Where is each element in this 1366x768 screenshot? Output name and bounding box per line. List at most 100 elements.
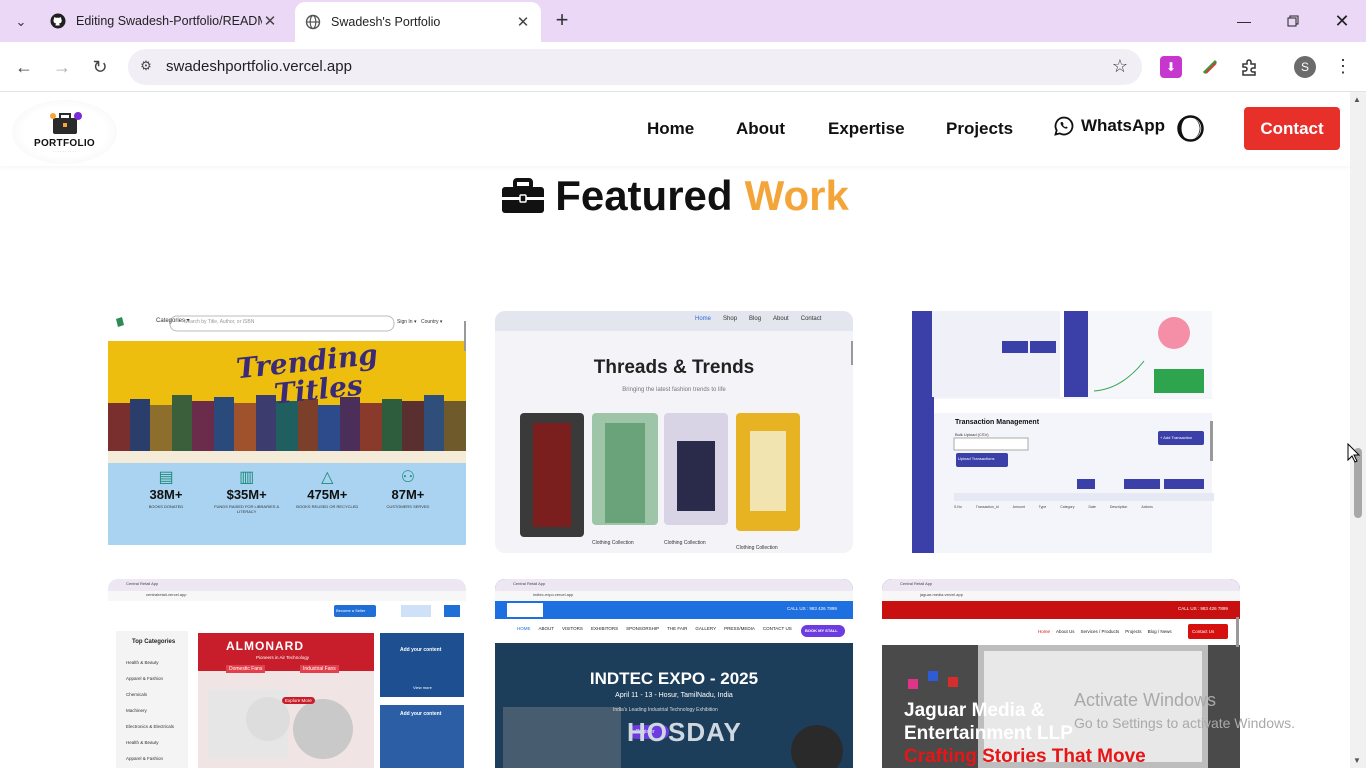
- card5-tab: Central Retail App: [513, 581, 546, 586]
- site-logo[interactable]: PORTFOLIO · · · · · · · · · ·: [12, 100, 117, 164]
- card1-country: Country ▾: [421, 319, 443, 325]
- card3-table-header: S.No Transaction_id Amount Type Category…: [954, 505, 1210, 509]
- card5-big-text: HOSDAY: [627, 717, 742, 747]
- category-item: Apparel & Fashion: [126, 676, 164, 681]
- close-window-button[interactable]: ✕: [1318, 0, 1366, 42]
- card4-view-more: View more: [413, 685, 432, 690]
- card6-nav-item: Projects: [1125, 629, 1142, 634]
- url-text[interactable]: swadeshportfolio.vercel.app: [166, 58, 352, 75]
- stat-icon: ▤: [158, 469, 174, 486]
- nav-whatsapp-link[interactable]: WhatsApp: [1054, 116, 1165, 136]
- extensions-puzzle-icon[interactable]: [1238, 56, 1260, 78]
- card4-add-content: Add your content: [400, 647, 442, 653]
- stat-value: $35M+: [226, 487, 267, 502]
- card3-upload-label: Bulk Upload (CSV): [955, 432, 989, 437]
- download-extension-icon[interactable]: ⬇: [1160, 56, 1182, 78]
- address-bar[interactable]: ⚙ swadeshportfolio.vercel.app ☆: [128, 49, 1142, 85]
- minimize-button[interactable]: —: [1220, 0, 1268, 42]
- browser-menu-icon[interactable]: ⋮: [1333, 55, 1353, 79]
- logo-underline: · · · · · · · · · ·: [52, 149, 77, 154]
- restore-button[interactable]: [1269, 0, 1317, 42]
- category-item: Health & Beauty: [126, 740, 159, 745]
- contact-button[interactable]: Contact: [1244, 107, 1340, 150]
- new-tab-button[interactable]: +: [552, 9, 572, 33]
- card1-stats: ▤ 38M+ BOOKS DONATED ▥ $35M+ FUNDS RAISE…: [126, 467, 448, 543]
- card5-nav: HOME ABOUT VISITORS EXHIBITORS SPONSORSH…: [517, 626, 792, 631]
- card6-nav-item: About Us: [1056, 629, 1075, 634]
- stat-icon: ⚇: [400, 469, 416, 486]
- browser-tab-portfolio[interactable]: Swadesh's Portfolio ✕: [295, 2, 541, 42]
- project-screenshot: [882, 311, 1240, 553]
- scroll-down-icon[interactable]: ▼: [1353, 756, 1361, 765]
- card4-tagline: Pioneers in Air Technology: [256, 655, 309, 660]
- project-card-indtec[interactable]: Central Retail App indtec-expo.vercel.ap…: [495, 579, 853, 768]
- color-extension-icon[interactable]: [1199, 56, 1221, 78]
- category-item: Electronics & Electricals: [126, 724, 175, 729]
- card6-nav-item: Home: [1038, 629, 1051, 634]
- nav-home-link[interactable]: Home: [647, 119, 694, 139]
- project-card-jaguar[interactable]: Central Retail App jaguar-media.vercel.a…: [882, 579, 1240, 768]
- card3-heading: Transaction Management: [955, 419, 1040, 426]
- table-header-cell: Transaction_id: [975, 505, 999, 509]
- browser-tab-strip: ⌄ Editing Swadesh-Portfolio/READM ✕ Swad…: [0, 0, 1366, 42]
- nav-about-link[interactable]: About: [736, 119, 785, 139]
- stat-value: 38M+: [149, 487, 183, 502]
- card1-signin: Sign In ▾: [397, 319, 417, 325]
- card6-tab: Central Retail App: [900, 581, 933, 586]
- card4-categories-title: Top Categories: [132, 639, 176, 645]
- card2-nav: Home Shop Blog About Contact: [695, 316, 821, 322]
- tab-search-button[interactable]: ⌄: [8, 9, 34, 35]
- project-card-threads[interactable]: Home Shop Blog About Contact Threads & T…: [495, 311, 853, 553]
- page-viewport: PORTFOLIO · · · · · · · · · · Home About…: [0, 92, 1350, 768]
- card4-brand: ALMONARD: [226, 639, 304, 653]
- bookmark-star-icon[interactable]: ☆: [1112, 56, 1128, 77]
- profile-avatar[interactable]: S: [1294, 56, 1316, 78]
- card5-nav-item: ABOUT: [538, 626, 555, 631]
- table-header-cell: Actions: [1141, 505, 1153, 509]
- whatsapp-icon: [1054, 116, 1074, 136]
- card6-tagline: Crafting Stories That Move: [904, 746, 1146, 767]
- reload-button[interactable]: ↻: [87, 54, 113, 80]
- tab-title: Swadesh's Portfolio: [331, 15, 441, 29]
- card6-nav-item: Services / Products: [1080, 629, 1120, 634]
- card5-nav-item: HOME: [517, 626, 531, 631]
- chevron-down-icon: ⌄: [15, 14, 27, 29]
- card5-nav-item: CONTACT US: [762, 626, 792, 631]
- stat-item: ▥ $35M+ FUNDS RAISED FOR LIBRARIES & LIT…: [207, 467, 287, 543]
- github-icon: [50, 13, 66, 29]
- card5-nav-item: PRESS/MEDIA: [724, 626, 755, 631]
- site-settings-icon[interactable]: ⚙: [137, 58, 155, 76]
- card2-title: Threads & Trends: [593, 357, 755, 378]
- card6-nav: Home About Us Services / Products Projec…: [1038, 629, 1172, 634]
- scroll-up-icon[interactable]: ▲: [1353, 95, 1361, 104]
- theme-toggle-icon[interactable]: [1177, 115, 1204, 142]
- reload-icon: ↻: [92, 56, 108, 77]
- project-card-dashboard[interactable]: Transaction Management Bulk Upload (CSV)…: [882, 311, 1240, 553]
- nav-expertise-link[interactable]: Expertise: [828, 119, 905, 139]
- project-screenshot: [495, 311, 853, 553]
- page-scrollbar[interactable]: ▲ ▼: [1350, 92, 1366, 768]
- project-card-books[interactable]: Categories ▾ Search by Title, Author, or…: [108, 311, 466, 553]
- close-icon[interactable]: ✕: [515, 13, 531, 31]
- arrow-left-icon: ←: [15, 56, 33, 77]
- card4-add-content-2: Add your content: [400, 711, 442, 717]
- table-header-cell: S.No: [954, 505, 962, 509]
- site-navbar: PORTFOLIO · · · · · · · · · · Home About…: [0, 92, 1350, 166]
- close-icon[interactable]: ✕: [262, 12, 278, 30]
- card2-item-label: Clothing Collection: [736, 545, 778, 551]
- category-item: Chemicals: [126, 692, 148, 697]
- watermark-line2: Go to Settings to activate Windows.: [1074, 715, 1295, 731]
- mouse-cursor-icon: [1347, 443, 1361, 463]
- card2-nav-item: About: [773, 316, 789, 322]
- watermark-line1: Activate Windows: [1074, 690, 1217, 710]
- back-button[interactable]: ←: [11, 54, 37, 80]
- project-card-retail[interactable]: Central Retail App centralretail-vercel.…: [108, 579, 466, 768]
- forward-button[interactable]: →: [49, 54, 75, 80]
- card5-nav-item: THE FAIR: [667, 626, 688, 631]
- stat-item: ⚇ 87M+ CUSTOMERS SERVED: [368, 467, 448, 543]
- card2-nav-item: Contact: [800, 316, 822, 322]
- stat-icon: ▥: [239, 469, 255, 486]
- card6-call: CALL US : 983 426 7899: [1178, 606, 1228, 611]
- browser-tab-github[interactable]: Editing Swadesh-Portfolio/READM ✕: [40, 0, 288, 42]
- nav-projects-link[interactable]: Projects: [946, 119, 1013, 139]
